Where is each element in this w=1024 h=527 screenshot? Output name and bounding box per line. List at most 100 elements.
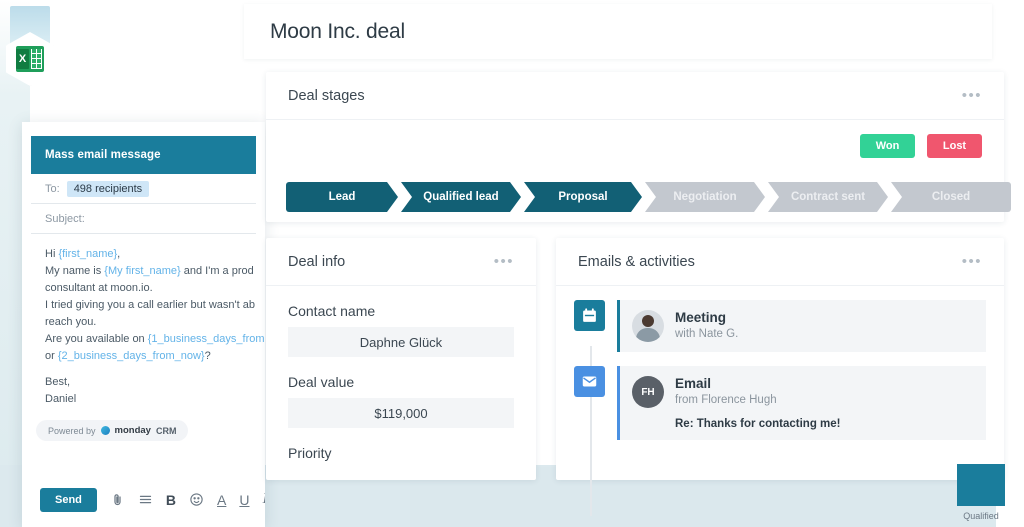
email-body-line: I tried giving you a call earlier but wa… bbox=[45, 297, 256, 314]
qualified-color-block bbox=[957, 464, 1005, 506]
deal-info-fields: Contact name Daphne Glück Deal value $119,0… bbox=[266, 303, 536, 461]
recipients-chip[interactable]: 498 recipients bbox=[66, 180, 150, 197]
deal-info-overflow-menu-icon[interactable]: ••• bbox=[494, 253, 514, 270]
mass-email-window: Mass email message To: 498 recipients Su… bbox=[22, 122, 265, 527]
deal-field-value[interactable]: $119,000 bbox=[288, 398, 514, 428]
won-button[interactable]: Won bbox=[860, 134, 915, 158]
activity-row[interactable]: Meeting with Nate G. bbox=[574, 300, 986, 352]
email-body-text: , bbox=[117, 248, 121, 260]
email-body-text: reach you. bbox=[45, 316, 97, 328]
emails-activities-card: Emails & activities ••• Meeting with Nate… bbox=[556, 238, 1004, 516]
merge-token: {2_business_days_from_now} bbox=[57, 350, 205, 362]
avatar bbox=[632, 310, 664, 342]
deal-field-label: Contact name bbox=[288, 303, 376, 319]
deal-stage-negotiation[interactable]: Negotiation bbox=[645, 182, 765, 212]
activity-snippet: Re: Thanks for contacting me! bbox=[675, 418, 841, 430]
deal-field-label: Priority bbox=[288, 445, 332, 461]
deal-stage-pipeline: Lead Qualified lead Proposal Negotiation Con… bbox=[286, 182, 1011, 212]
emails-activities-header: Emails & activities ••• bbox=[556, 238, 1004, 286]
attachment-icon[interactable] bbox=[110, 491, 125, 508]
excel-icon-letter: X bbox=[16, 49, 29, 69]
activity-subtitle: with Nate G. bbox=[675, 328, 739, 340]
activity-card[interactable]: Meeting with Nate G. bbox=[617, 300, 986, 352]
email-body-text: consultant at moon.io. bbox=[45, 282, 153, 294]
to-label: To: bbox=[45, 182, 60, 195]
deal-info-card: Deal info ••• Contact name Daphne Glück De… bbox=[266, 238, 536, 480]
deal-stage-label: Negotiation bbox=[673, 191, 737, 203]
calendar-icon bbox=[574, 300, 605, 331]
email-body-line: Best, bbox=[45, 374, 256, 391]
deal-field-value[interactable]: Daphne Glück bbox=[288, 327, 514, 357]
powered-by-badge: Powered by monday CRM bbox=[36, 420, 189, 441]
deal-stage-proposal[interactable]: Proposal bbox=[524, 182, 642, 212]
envelope-icon bbox=[574, 366, 605, 397]
subject-label: Subject: bbox=[45, 212, 85, 225]
email-body-line: My name is {My first_name} and I'm a pro… bbox=[45, 263, 256, 280]
text-color-icon[interactable]: A bbox=[217, 491, 226, 508]
email-body-line: or {2_business_days_from_now}? bbox=[45, 348, 256, 365]
activities-list: Meeting with Nate G. FH Email from Florence … bbox=[556, 286, 1004, 516]
won-lost-buttons: Won Lost bbox=[860, 134, 982, 158]
deal-stages-title: Deal stages bbox=[288, 87, 365, 104]
email-body-line: Hi {first_name}, bbox=[45, 246, 256, 263]
activity-text: Email from Florence Hugh Re: Thanks for co… bbox=[675, 376, 841, 430]
deal-stage-closed[interactable]: Closed bbox=[891, 182, 1011, 212]
bulleted-list-icon[interactable] bbox=[138, 491, 153, 508]
merge-token: {My first_name} bbox=[104, 265, 181, 277]
deal-stage-qualified-lead[interactable]: Qualified lead bbox=[401, 182, 521, 212]
deal-stages-card: Deal stages ••• Won Lost Lead Qualified l… bbox=[266, 72, 1011, 222]
merge-token: {first_name} bbox=[58, 248, 118, 260]
deal-stage-label: Closed bbox=[931, 191, 971, 203]
emails-activities-title: Emails & activities bbox=[578, 253, 695, 270]
subject-field-row[interactable]: Subject: bbox=[31, 204, 256, 234]
deal-field-label: Deal value bbox=[288, 374, 355, 390]
activity-title: Meeting bbox=[675, 310, 727, 325]
emoji-icon[interactable] bbox=[189, 491, 204, 508]
email-body-line: Are you available on {1_business_days_fr… bbox=[45, 331, 265, 348]
activity-text: Meeting with Nate G. bbox=[675, 310, 738, 340]
underline-icon[interactable]: U bbox=[239, 491, 249, 508]
excel-file-badge[interactable]: X bbox=[4, 6, 56, 98]
qualified-status-swatch[interactable]: Qualified bbox=[950, 464, 1012, 521]
deal-stage-lead[interactable]: Lead bbox=[286, 182, 398, 212]
deal-stages-overflow-menu-icon[interactable]: ••• bbox=[962, 87, 982, 104]
excel-icon-grid bbox=[31, 49, 42, 69]
deal-stage-contract-sent[interactable]: Contract sent bbox=[768, 182, 888, 212]
email-body-text: Are you available on bbox=[45, 333, 148, 345]
activity-row[interactable]: FH Email from Florence Hugh Re: Thanks for … bbox=[574, 366, 986, 440]
activity-subtitle: from Florence Hugh bbox=[675, 394, 777, 406]
email-body-line: consultant at moon.io. bbox=[45, 280, 256, 297]
qualified-label: Qualified bbox=[963, 511, 999, 521]
activity-card[interactable]: FH Email from Florence Hugh Re: Thanks for … bbox=[617, 366, 986, 440]
bold-icon[interactable]: B bbox=[166, 491, 176, 508]
deal-stage-label: Contract sent bbox=[790, 191, 866, 203]
email-body-text: Best, bbox=[45, 376, 71, 388]
emails-activities-overflow-menu-icon[interactable]: ••• bbox=[962, 253, 982, 270]
lost-button[interactable]: Lost bbox=[927, 134, 982, 158]
activity-title: Email bbox=[675, 376, 712, 391]
avatar: FH bbox=[632, 376, 664, 408]
deal-info-header: Deal info ••• bbox=[266, 238, 536, 286]
send-button[interactable]: Send bbox=[40, 487, 97, 512]
italic-icon[interactable]: I bbox=[263, 491, 266, 508]
mass-email-title: Mass email message bbox=[45, 149, 161, 161]
powered-by-brand: monday bbox=[114, 425, 151, 436]
email-body-text: Daniel bbox=[45, 393, 77, 405]
deal-info-title: Deal info bbox=[288, 253, 346, 270]
email-body-line: reach you. bbox=[45, 314, 256, 331]
email-body-text: ? bbox=[204, 350, 211, 362]
deal-stage-label: Lead bbox=[328, 191, 356, 203]
email-body[interactable]: Hi {first_name}, My name is {My first_nam… bbox=[31, 234, 265, 408]
powered-by-suffix: CRM bbox=[155, 425, 177, 436]
email-body-text: or bbox=[45, 350, 58, 362]
excel-icon: X bbox=[16, 46, 44, 72]
email-body-line: Daniel bbox=[45, 391, 256, 408]
deal-stage-label: Qualified lead bbox=[423, 191, 499, 203]
deal-stage-label: Proposal bbox=[558, 191, 608, 203]
powered-by-prefix: Powered by bbox=[48, 425, 96, 436]
to-field-row[interactable]: To: 498 recipients bbox=[31, 174, 256, 204]
email-body-text: I tried giving you a call earlier but wa… bbox=[45, 299, 255, 311]
monday-logo-icon bbox=[100, 426, 110, 435]
email-body-text: Hi bbox=[45, 248, 59, 260]
deal-window: Moon Inc. deal Deal stages ••• Won Lost … bbox=[240, 0, 1011, 516]
